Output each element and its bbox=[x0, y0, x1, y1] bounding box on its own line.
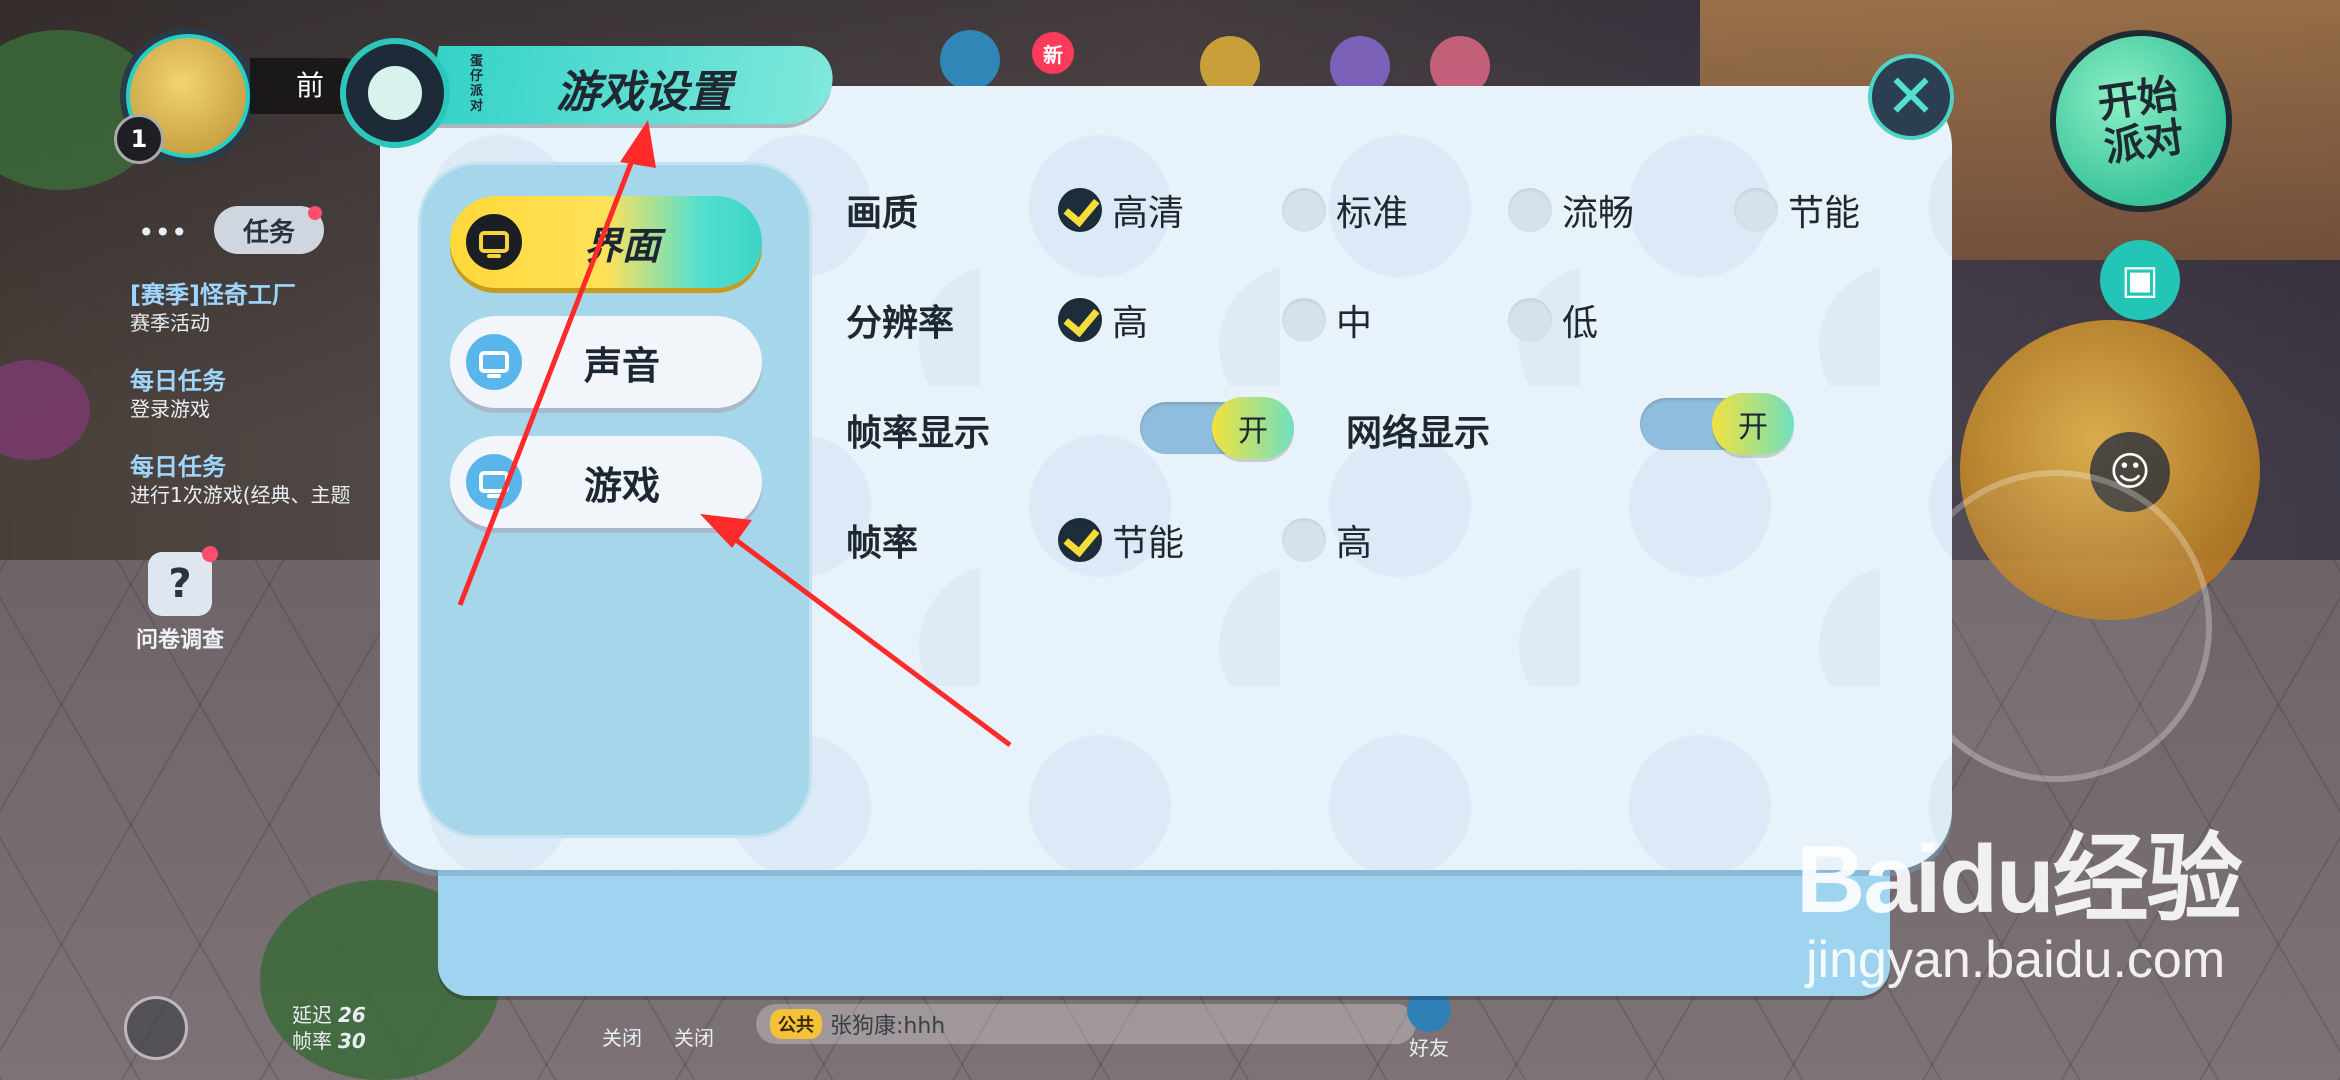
task-desc: 进行1次游戏(经典、主题 bbox=[130, 483, 351, 507]
toggle-knob: 开 bbox=[1712, 393, 1794, 455]
radio-icon bbox=[1282, 518, 1326, 562]
tab-label: 游戏 bbox=[583, 463, 660, 508]
monitor-icon bbox=[466, 334, 522, 390]
tab-label: 声音 bbox=[583, 343, 660, 388]
task-item[interactable]: 每日任务 登录游戏 bbox=[130, 366, 390, 422]
mic-toggle[interactable]: 关闭 bbox=[602, 1022, 642, 1051]
close-icon: ✕ bbox=[1885, 62, 1937, 132]
chat-bubble-icon[interactable]: ••• bbox=[138, 216, 188, 249]
option-label: 高 bbox=[1112, 303, 1149, 344]
fps-display-toggle[interactable]: 开 bbox=[1140, 397, 1294, 459]
survey-icon: ? bbox=[148, 546, 218, 616]
task-desc: 赛季活动 bbox=[130, 311, 210, 335]
option-label: 节能 bbox=[1112, 523, 1185, 564]
radio-checked-icon bbox=[1058, 518, 1102, 562]
watermark-logo: Baidu经验 bbox=[1796, 826, 2243, 933]
fps-display-label: 帧率显示 bbox=[846, 413, 991, 454]
notification-dot bbox=[308, 206, 322, 220]
refresh-icon[interactable] bbox=[124, 996, 188, 1060]
option-label: 高清 bbox=[1112, 193, 1185, 234]
radio-icon bbox=[1282, 188, 1326, 232]
event-icon[interactable] bbox=[940, 30, 1000, 90]
speaker-toggle[interactable]: 关闭 bbox=[674, 1022, 714, 1051]
chat-bar[interactable]: 公共 张狗康:hhh bbox=[756, 1004, 1416, 1044]
radio-icon bbox=[1508, 188, 1552, 232]
resolution-label: 分辨率 bbox=[846, 303, 955, 344]
friends-button[interactable]: 好友 bbox=[1404, 988, 1454, 1061]
fps-value: 30 bbox=[338, 1029, 366, 1053]
task-list: [赛季]怪奇工厂 赛季活动 每日任务 登录游戏 每日任务 进行1次游戏(经典、主… bbox=[130, 280, 390, 538]
plant-decoration bbox=[0, 360, 90, 460]
task-desc: 登录游戏 bbox=[130, 397, 210, 421]
option-label: 节能 bbox=[1788, 193, 1861, 234]
toggle-knob: 开 bbox=[1212, 397, 1294, 459]
close-button[interactable]: ✕ bbox=[1868, 54, 1954, 140]
option-label: 流畅 bbox=[1562, 193, 1635, 234]
network-display-toggle[interactable]: 开 bbox=[1640, 393, 1794, 455]
panel-title: 游戏设置 bbox=[556, 67, 732, 118]
survey-button[interactable]: ? 问卷调查 bbox=[120, 546, 240, 654]
tab-sound[interactable]: 声音 bbox=[450, 316, 762, 408]
task-title: 每日任务 bbox=[130, 453, 226, 481]
task-title: 每日任务 bbox=[130, 367, 226, 395]
task-item[interactable]: [赛季]怪奇工厂 赛季活动 bbox=[130, 280, 390, 336]
frame-rate-option-high[interactable]: 高 bbox=[1282, 514, 1372, 566]
monitor-icon bbox=[466, 214, 522, 270]
friends-label: 好友 bbox=[1409, 1036, 1449, 1060]
watermark-url: jingyan.baidu.com bbox=[1806, 931, 2226, 989]
player-level-badge: 1 bbox=[114, 114, 164, 164]
notification-dot bbox=[202, 546, 218, 562]
watermark: Baidu经验 jingyan.baidu.com bbox=[1796, 826, 2243, 990]
start-party-label: 开始派对 bbox=[2095, 70, 2187, 172]
radio-icon bbox=[1282, 298, 1326, 342]
radio-checked-icon bbox=[1058, 188, 1102, 232]
latency-value: 26 bbox=[338, 1003, 366, 1027]
radio-checked-icon bbox=[1058, 298, 1102, 342]
quality-option-hd[interactable]: 高清 bbox=[1058, 184, 1184, 236]
tab-label: 界面 bbox=[583, 223, 660, 268]
task-title: [赛季]怪奇工厂 bbox=[130, 281, 296, 309]
resolution-option-high[interactable]: 高 bbox=[1058, 294, 1148, 346]
quality-option-power-save[interactable]: 节能 bbox=[1734, 184, 1860, 236]
option-label: 标准 bbox=[1336, 193, 1409, 234]
chat-message: 张狗康:hhh bbox=[830, 1014, 946, 1039]
quality-option-smooth[interactable]: 流畅 bbox=[1508, 184, 1634, 236]
title-brand-small: 蛋仔派对 bbox=[470, 54, 484, 114]
frame-rate-option-power-save[interactable]: 节能 bbox=[1058, 514, 1184, 566]
radio-icon bbox=[1508, 298, 1552, 342]
fps-label: 帧率 bbox=[292, 1029, 332, 1053]
tab-interface[interactable]: 界面 bbox=[450, 196, 762, 288]
task-item[interactable]: 每日任务 进行1次游戏(经典、主题 bbox=[130, 452, 390, 508]
option-label: 低 bbox=[1562, 303, 1599, 344]
network-display-label: 网络显示 bbox=[1346, 413, 1491, 454]
new-badge: 新 bbox=[1032, 32, 1074, 74]
frame-rate-label: 帧率 bbox=[846, 523, 919, 564]
quality-label: 画质 bbox=[846, 193, 919, 234]
option-label: 高 bbox=[1336, 523, 1373, 564]
radio-icon bbox=[1734, 188, 1778, 232]
tab-game[interactable]: 游戏 bbox=[450, 436, 762, 528]
option-label: 中 bbox=[1336, 303, 1373, 344]
task-tab-label: 任务 bbox=[242, 217, 295, 248]
monitor-icon bbox=[466, 454, 522, 510]
chat-channel-badge: 公共 bbox=[770, 1009, 822, 1039]
survey-label: 问卷调查 bbox=[135, 628, 224, 653]
latency-label: 延迟 bbox=[292, 1003, 332, 1027]
quality-option-standard[interactable]: 标准 bbox=[1282, 184, 1408, 236]
resolution-option-low[interactable]: 低 bbox=[1508, 294, 1598, 346]
task-tab[interactable]: 任务 bbox=[214, 206, 324, 254]
network-stats: 延迟 26 帧率 30 bbox=[292, 1002, 366, 1054]
resolution-option-medium[interactable]: 中 bbox=[1282, 294, 1372, 346]
mascot-icon bbox=[340, 38, 450, 148]
box-icon[interactable]: ▣ bbox=[2100, 240, 2180, 320]
